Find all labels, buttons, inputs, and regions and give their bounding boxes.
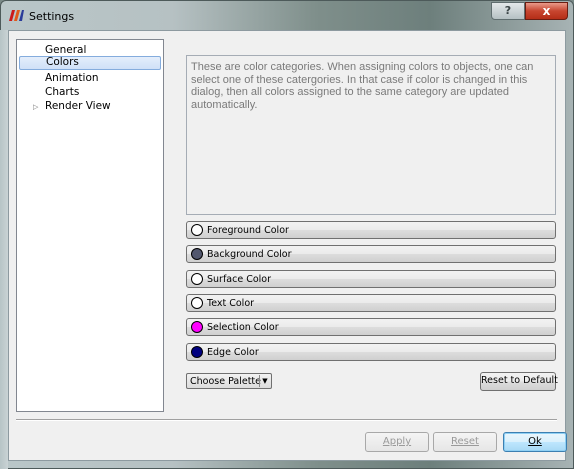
- sidebar-item-animation[interactable]: Animation: [19, 72, 161, 86]
- apply-button-label: Apply: [382, 436, 412, 447]
- background-color-button[interactable]: Background Color: [186, 245, 556, 263]
- color-button-label: Text Color: [207, 298, 255, 309]
- paraview-app-icon: [9, 10, 24, 21]
- apply-button[interactable]: Apply: [365, 432, 429, 452]
- sidebar-item-render-view[interactable]: ▷ Render View: [19, 100, 161, 114]
- color-button-label: Surface Color: [207, 274, 272, 285]
- dropdown-arrow-icon[interactable]: ▼: [259, 375, 270, 387]
- sidebar-item-colors[interactable]: Colors: [19, 56, 161, 70]
- color-swatch-icon: [191, 248, 203, 260]
- surface-color-button[interactable]: Surface Color: [186, 270, 556, 288]
- expand-arrow-icon[interactable]: ▷: [33, 100, 38, 114]
- color-button-label: Selection Color: [207, 322, 279, 333]
- color-swatch-icon: [191, 273, 203, 285]
- color-button-label: Foreground Color: [207, 225, 289, 236]
- color-swatch-icon: [191, 224, 203, 236]
- foreground-color-button[interactable]: Foreground Color: [186, 221, 556, 239]
- help-button[interactable]: ?: [491, 2, 525, 20]
- window-frame-edge: [0, 30, 8, 469]
- sidebar-item-label: Render View: [45, 100, 111, 112]
- ok-button[interactable]: Ok: [503, 432, 567, 452]
- sidebar-item-charts[interactable]: Charts: [19, 86, 161, 100]
- reset-to-default-button[interactable]: Reset to Default: [480, 372, 558, 391]
- selection-color-button[interactable]: Selection Color: [186, 318, 556, 336]
- edge-color-button[interactable]: Edge Color: [186, 343, 556, 361]
- color-button-label: Background Color: [207, 249, 292, 260]
- reset-button-label: Reset: [451, 436, 479, 447]
- reset-button[interactable]: Reset: [433, 432, 497, 452]
- footer-separator: [16, 419, 557, 421]
- window-title: Settings: [29, 10, 75, 23]
- color-swatch-icon: [191, 297, 203, 309]
- choose-palette-menu-button[interactable]: Choose Palette ▼: [186, 373, 272, 389]
- close-button[interactable]: x: [525, 2, 568, 20]
- settings-category-tree[interactable]: General Colors Animation Charts ▷ Render…: [16, 39, 164, 412]
- color-button-label: Edge Color: [207, 347, 259, 358]
- title-bar[interactable]: Settings ? x: [1, 1, 573, 31]
- color-categories-description: These are color categories. When assigni…: [186, 55, 556, 215]
- choose-palette-label: Choose Palette: [190, 376, 261, 387]
- ok-button-label: Ok: [528, 436, 542, 447]
- color-swatch-icon: [191, 346, 203, 358]
- color-swatch-icon: [191, 321, 203, 333]
- text-color-button[interactable]: Text Color: [186, 294, 556, 312]
